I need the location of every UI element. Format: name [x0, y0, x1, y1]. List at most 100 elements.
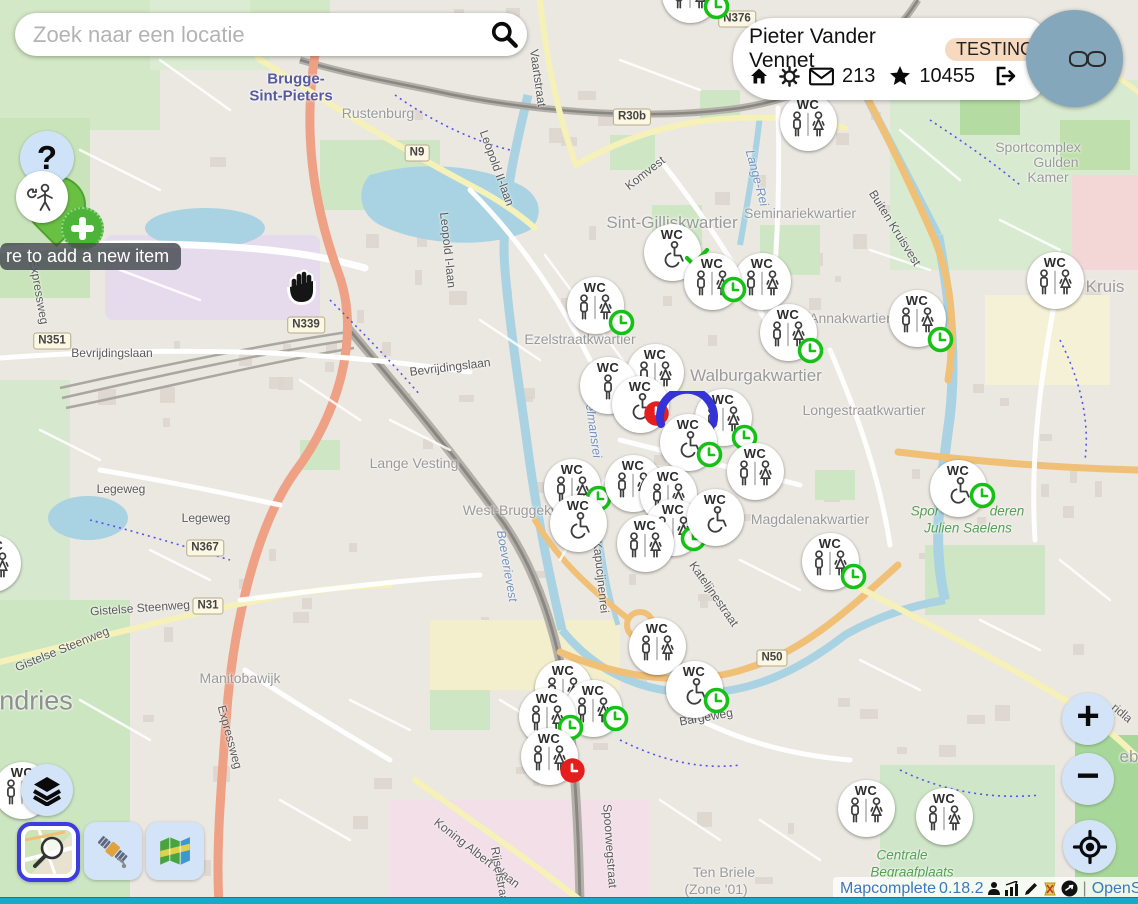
wc-marker[interactable]: WC: [780, 94, 837, 151]
wc-marker-label: WC: [582, 684, 604, 697]
toilet-man-woman-icon: [924, 805, 964, 837]
wc-marker-label: WC: [646, 622, 668, 635]
toilet-man-woman-icon: [788, 111, 828, 143]
basemap-osm-button[interactable]: [17, 822, 80, 882]
wc-marker-label: WC: [0, 539, 3, 552]
gear-icon[interactable]: [778, 65, 801, 88]
wc-marker-label: WC: [657, 470, 679, 483]
toilet-man-woman-icon: [1035, 269, 1075, 301]
wc-marker-label: WC: [947, 464, 969, 477]
wc-marker[interactable]: WC: [760, 304, 817, 361]
wc-marker[interactable]: WC: [727, 443, 784, 500]
wc-marker-label: WC: [644, 348, 666, 361]
wheelchair-toilet-icon: [625, 393, 655, 425]
statistics-icon[interactable]: [987, 881, 1001, 896]
wc-marker-label: WC: [661, 228, 683, 241]
logout-icon[interactable]: [992, 64, 1017, 88]
wc-marker[interactable]: WC: [521, 728, 578, 785]
person-wrench-icon: [26, 181, 58, 213]
theme-wc-icon[interactable]: [1042, 881, 1058, 897]
message-count: 213: [842, 65, 875, 88]
search-bar: [15, 13, 527, 56]
star-icon: [888, 64, 912, 88]
pencil-icon[interactable]: [1023, 881, 1039, 897]
wc-marker-label: WC: [536, 692, 558, 705]
folded-map-icon: [156, 833, 194, 869]
wc-marker[interactable]: WC: [916, 788, 973, 845]
wc-marker[interactable]: WC: [550, 495, 607, 552]
geolocate-button[interactable]: [1063, 820, 1116, 873]
wc-marker[interactable]: WC: [1027, 252, 1084, 309]
wc-marker-label: WC: [538, 732, 560, 745]
wc-marker-label: WC: [751, 257, 773, 270]
wc-marker[interactable]: WC: [802, 533, 859, 590]
toilet-man-woman-icon: [637, 635, 677, 667]
wc-marker-label: WC: [597, 361, 619, 374]
toilet-man-woman-icon: [846, 797, 886, 829]
toilet-man-woman-icon: [670, 0, 710, 15]
wc-marker[interactable]: WC: [889, 290, 946, 347]
chart-icon[interactable]: [1004, 881, 1020, 896]
satellite-icon: [93, 831, 133, 871]
crosshair-icon: [1072, 829, 1108, 865]
wheelchair-toilet-icon: [673, 431, 703, 463]
basemap-map-button[interactable]: [146, 822, 204, 880]
osm-link[interactable]: OpenStreetMap: [1092, 880, 1138, 898]
add-item-tooltip: re to add a new item: [0, 243, 181, 270]
wheelchair-toilet-icon: [657, 241, 687, 273]
search-input[interactable]: [15, 22, 483, 48]
wheelchair-toilet-icon: [700, 506, 730, 538]
wc-marker[interactable]: WC: [930, 460, 987, 517]
wc-marker-label: WC: [561, 463, 583, 476]
wc-marker[interactable]: WC: [687, 489, 744, 546]
wc-marker-label: WC: [677, 418, 699, 431]
toilet-man-woman-icon: [625, 532, 665, 564]
wc-marker[interactable]: WC: [666, 661, 723, 718]
wc-marker-label: WC: [777, 308, 799, 321]
layers-button[interactable]: [21, 764, 73, 816]
wc-marker[interactable]: WC: [838, 780, 895, 837]
toilet-man-woman-icon: [742, 270, 782, 302]
app-name[interactable]: Mapcomplete: [840, 880, 936, 898]
wc-marker-label: WC: [584, 281, 606, 294]
toilet-man-woman-icon: [529, 745, 569, 777]
zoom-in-button[interactable]: +: [1062, 693, 1114, 745]
star-count: 10455: [919, 65, 975, 88]
user-panel: Pieter Vander Vennet TESTING 213 104: [733, 18, 1045, 100]
community-icon[interactable]: [1061, 880, 1078, 897]
layers-icon: [31, 774, 63, 806]
wc-marker[interactable]: WC: [734, 253, 791, 310]
wc-marker[interactable]: WC: [567, 277, 624, 334]
zoom-out-button[interactable]: −: [1062, 753, 1114, 805]
mapcomplete-app: { "search": { "placeholder": "Zoek naar …: [0, 0, 1138, 904]
toilet-man-woman-icon: [692, 270, 732, 302]
toilet-man-woman-icon: [0, 552, 12, 584]
basemap-satellite-button[interactable]: [84, 822, 142, 880]
toilet-man-woman-icon: [768, 321, 808, 353]
toilet-man-woman-icon: [573, 697, 613, 729]
wc-marker-label: WC: [629, 380, 651, 393]
wc-marker-label: WC: [662, 503, 684, 516]
messages-icon[interactable]: [808, 65, 835, 88]
osm-thumbnail: [25, 830, 72, 874]
wc-marker-label: WC: [906, 294, 928, 307]
wc-marker-label: WC: [1044, 256, 1066, 269]
toilet-man-woman-icon: [735, 460, 775, 492]
avatar[interactable]: [1026, 10, 1123, 107]
toilet-man-woman-icon: [897, 307, 937, 339]
add-item-button[interactable]: [16, 171, 68, 223]
home-icon[interactable]: [747, 64, 771, 88]
wc-marker-label: WC: [933, 792, 955, 805]
search-icon[interactable]: [483, 15, 527, 55]
toilet-man-woman-icon: [810, 550, 850, 582]
wc-marker-label: WC: [704, 493, 726, 506]
wc-marker[interactable]: WC: [684, 253, 741, 310]
wc-marker[interactable]: WC: [660, 414, 717, 471]
wc-marker-label: WC: [552, 664, 574, 677]
wc-marker[interactable]: WC: [617, 515, 674, 572]
bottom-bar: [0, 897, 1138, 904]
wheelchair-toilet-icon: [563, 512, 593, 544]
wheelchair-toilet-icon: [943, 477, 973, 509]
app-version: 0.18.2: [939, 880, 983, 898]
attribution-divider: |: [1083, 880, 1087, 898]
